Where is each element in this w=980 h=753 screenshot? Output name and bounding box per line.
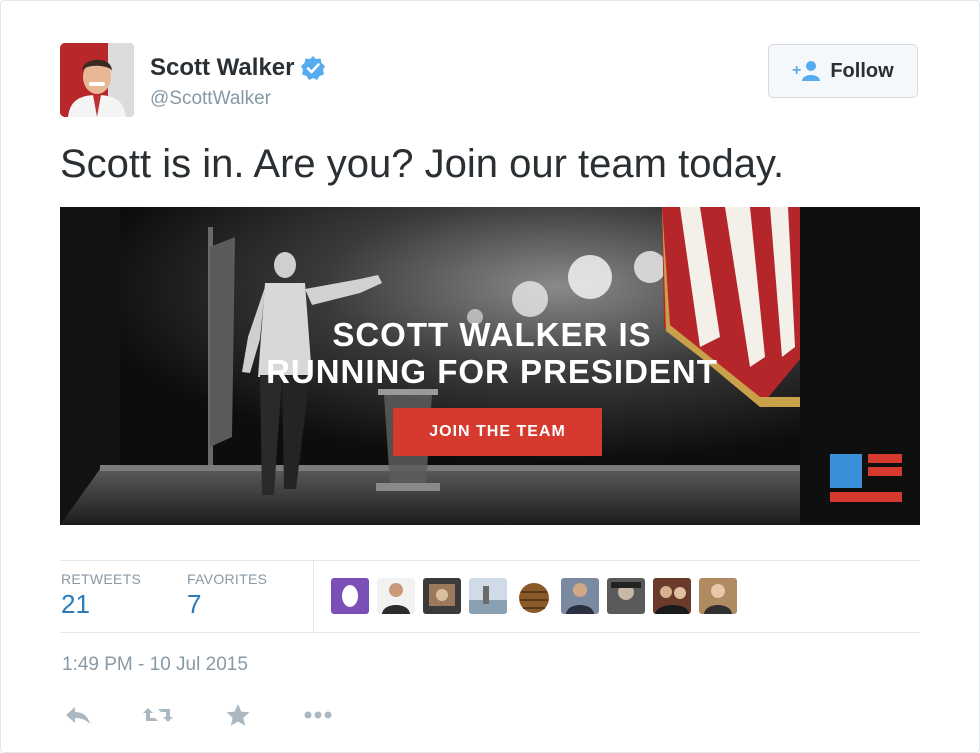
add-user-icon: + [792,61,821,81]
user-name-row[interactable]: Scott Walker [150,52,326,84]
media-headline-line2: RUNNING FOR PRESIDENT [266,353,718,390]
retweets-count[interactable]: 21 [61,589,141,620]
favorite-button[interactable] [220,700,256,730]
tweet-timestamp[interactable]: 1:49 PM - 10 Jul 2015 [62,654,248,676]
retweets-label: RETWEETS [61,571,142,587]
follow-button[interactable]: + Follow [768,44,918,98]
media-headline-line1: SCOTT WALKER IS [332,316,652,353]
reply-button[interactable] [60,700,96,730]
favoriter-avatar[interactable] [699,578,737,614]
favorites-label: FAVORITES [187,571,268,587]
stats-divider [313,560,314,632]
favoriter-avatar[interactable] [515,578,553,614]
favoriter-avatar[interactable] [561,578,599,614]
tweet-actions [60,700,380,730]
favorite-star-icon [226,704,250,726]
more-button[interactable] [300,700,336,730]
media-headline: SCOTT WALKER IS RUNNING FOR PRESIDENT [232,316,752,390]
retweet-icon [143,708,173,722]
favoriter-avatar[interactable] [423,578,461,614]
verified-badge-icon [301,56,326,80]
user-avatar[interactable] [60,43,134,117]
favoriter-avatar[interactable] [469,578,507,614]
user-handle[interactable]: @ScottWalker [150,88,271,110]
favorites-stat[interactable]: FAVORITES 7 [187,571,267,620]
favoriter-avatar[interactable] [377,578,415,614]
retweets-stat[interactable]: RETWEETS 21 [61,571,141,620]
favoriter-avatar[interactable] [331,578,369,614]
favoriter-avatar[interactable] [607,578,645,614]
favoriter-avatar[interactable] [653,578,691,614]
display-name[interactable]: Scott Walker [150,54,294,82]
reply-icon [66,707,90,724]
divider-bottom [60,632,920,633]
retweet-button[interactable] [140,700,176,730]
more-icon [304,711,332,719]
follow-button-label: Follow [830,59,894,82]
tweet-text: Scott is in. Are you? Join our team toda… [60,142,785,186]
favoriters-avatars [331,578,737,614]
favorites-count[interactable]: 7 [187,589,267,620]
svg-text:+: + [792,62,801,79]
divider-top [60,560,920,561]
join-the-team-button[interactable]: JOIN THE TEAM [393,408,602,456]
